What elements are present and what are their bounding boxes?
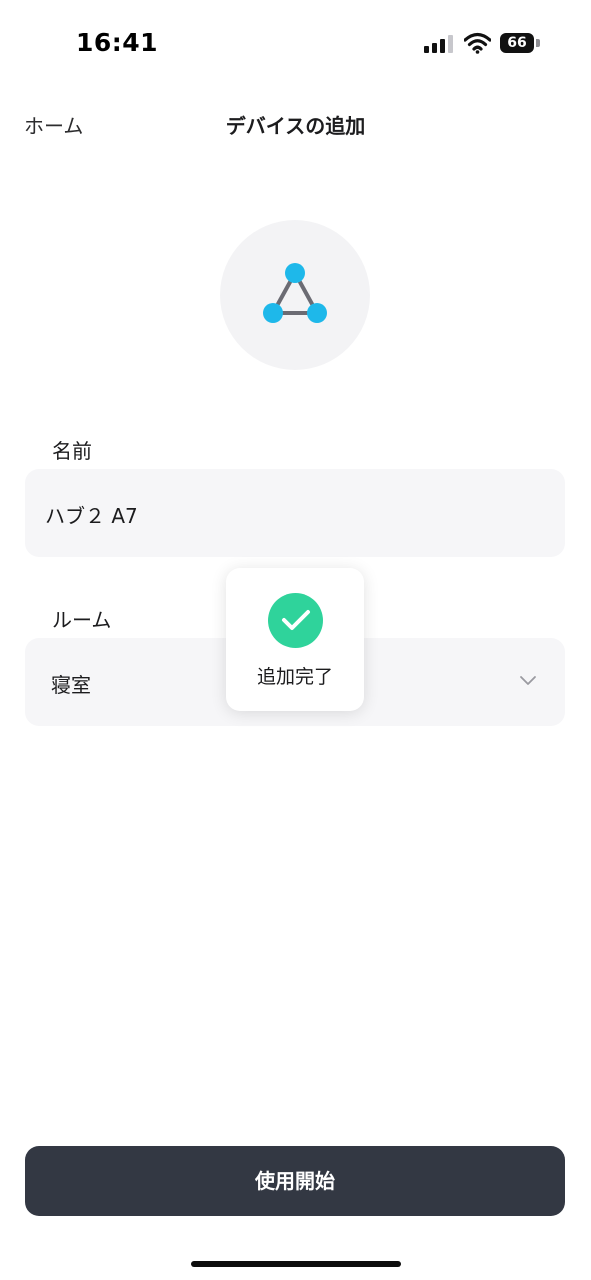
toast-message: 追加完了: [256, 666, 333, 688]
name-label: 名前: [52, 439, 92, 463]
start-using-button[interactable]: 使用開始: [25, 1146, 565, 1216]
chevron-down-icon: [520, 676, 536, 685]
home-indicator[interactable]: [191, 1261, 401, 1267]
wifi-icon: [464, 32, 491, 54]
cellular-signal-icon: [424, 35, 453, 53]
success-toast: 追加完了: [226, 568, 364, 711]
device-icon-container: [220, 220, 370, 370]
page-title: デバイスの追加: [225, 114, 366, 138]
name-value: ハブ２ A7: [45, 504, 138, 528]
room-value: 寝室: [51, 673, 91, 697]
room-label: ルーム: [52, 608, 112, 632]
name-field[interactable]: ハブ２ A7: [25, 469, 565, 557]
battery-indicator: 66: [500, 33, 534, 53]
status-time: 16:41: [76, 28, 159, 57]
add-device-screen: 16:41 66 ホーム デバイスの追加 名前 ハブ２ A7 ルーム 寝室 追加…: [0, 0, 591, 1280]
battery-nub: [536, 39, 540, 47]
hub-triangle-icon: [263, 263, 327, 323]
check-circle-icon: [268, 593, 323, 648]
